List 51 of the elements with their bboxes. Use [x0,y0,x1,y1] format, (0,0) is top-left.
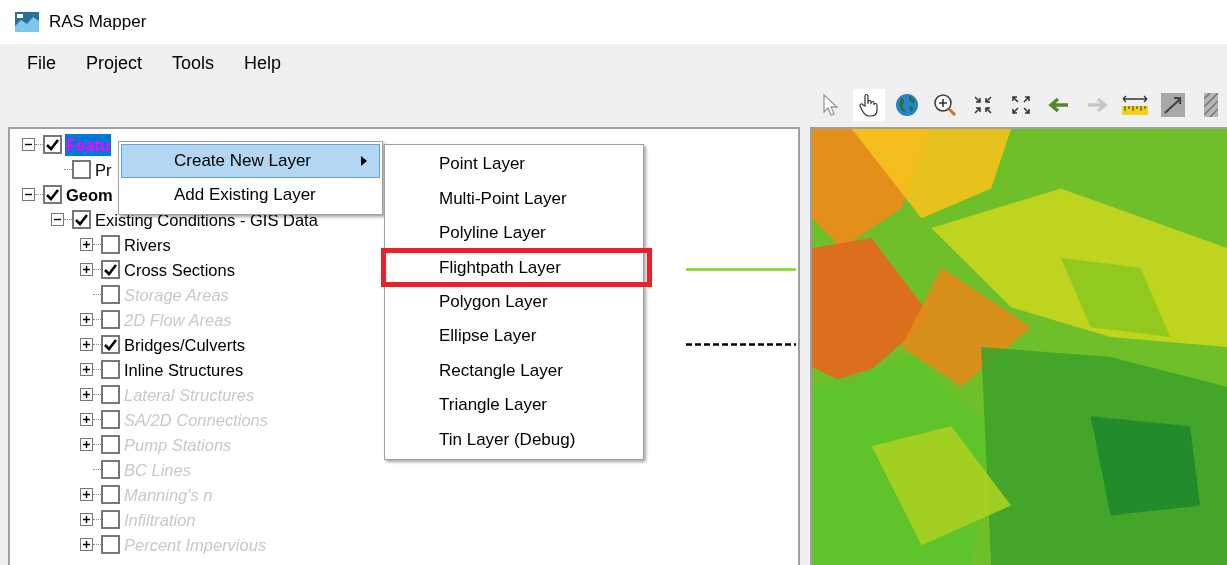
submenu-item[interactable]: Point Layer [385,147,643,182]
menu-item[interactable]: Tools [163,49,224,77]
expand-icon[interactable] [80,263,93,276]
expand-icon[interactable] [80,363,93,376]
menu-item[interactable]: File [18,49,65,77]
checkbox[interactable] [101,235,120,254]
expand-icon[interactable] [80,338,93,351]
tree-item-label[interactable]: Rivers [123,233,172,256]
tree-item-label[interactable]: Geom [65,183,114,206]
tree-item-label[interactable]: Cross Sections [123,258,236,281]
shrink-icon [973,94,993,115]
checkbox[interactable] [101,360,120,379]
submenu-item[interactable]: Multi-Point Layer [385,181,643,216]
collapse-icon[interactable] [22,188,35,201]
submenu-arrow-icon [361,156,367,166]
hand-icon [858,92,880,117]
checkbox[interactable] [43,185,62,204]
tree-item-label[interactable]: Bridges/Culverts [123,333,247,356]
collapse-icon[interactable] [51,213,64,226]
zoom-in-icon [933,92,957,117]
arrow-left-icon [1048,95,1070,114]
terrain-map[interactable] [812,129,1227,565]
submenu-item[interactable]: Polygon Layer [385,284,643,319]
toolbar-button[interactable] [853,88,885,121]
window-title: RAS Mapper [49,11,147,34]
checkbox[interactable] [43,135,62,154]
collapse-icon[interactable] [22,138,35,151]
app-icon [15,12,39,32]
arrow-right-icon [1086,95,1108,114]
context-menu-item[interactable]: Create New Layer [121,144,380,178]
submenu-item[interactable]: Flightpath Layer [385,250,643,285]
tree-item-label[interactable]: Inline Structures [123,358,245,381]
submenu-item[interactable]: Polyline Layer [385,215,643,251]
expand-icon[interactable] [80,238,93,251]
submenu-item[interactable]: Rectangle Layer [385,353,643,388]
menu-item[interactable]: Project [77,49,152,77]
tree-item-label[interactable]: Pr [94,158,113,181]
submenu-item[interactable]: Tin Layer (Debug) [385,422,643,457]
checkbox[interactable] [72,210,91,229]
checkbox[interactable] [72,160,91,179]
checkbox[interactable] [101,335,120,354]
checkbox[interactable] [101,260,120,279]
menu-item[interactable]: Help [235,49,291,77]
pointer-icon [822,93,840,116]
context-menu-item[interactable]: Add Existing Layer [121,178,380,212]
ruler-icon [1121,93,1149,116]
expand-icon [1011,94,1031,115]
submenu-item[interactable]: Ellipse Layer [385,318,643,354]
submenu-item[interactable]: Triangle Layer [385,387,643,423]
hatched-map-icon [1204,92,1218,117]
globe-icon [895,92,919,117]
